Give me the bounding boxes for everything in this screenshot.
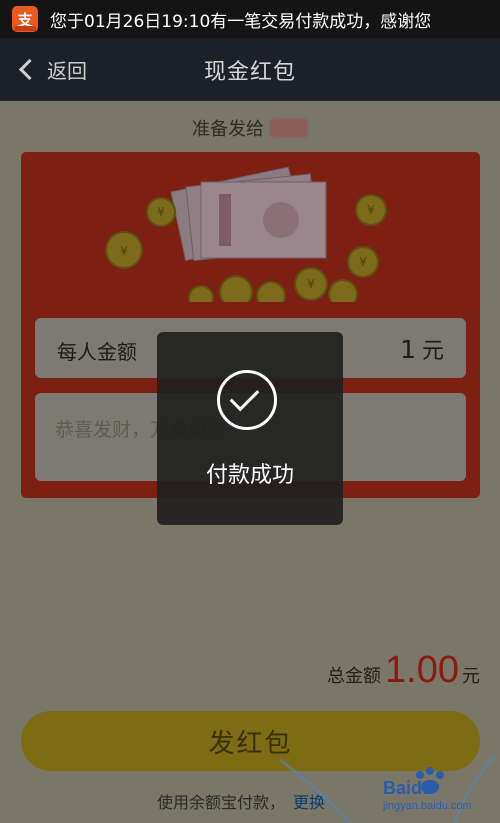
- recipient-line: 准备发给: [0, 115, 500, 141]
- back-label: 返回: [47, 59, 87, 83]
- notification-text[interactable]: 您于01月26日19:10有一笔交易付款成功，感谢您: [50, 7, 431, 32]
- app-icon-strip: [14, 26, 36, 31]
- total-value: 1.00: [385, 649, 459, 691]
- amount-label: 每人金额: [57, 340, 137, 364]
- amount-value: 1元: [400, 333, 444, 365]
- money-illustration: 100 ¥ ¥ ¥ ¥: [105, 166, 387, 302]
- recipient-name-redacted: [270, 119, 308, 137]
- toast-message: 付款成功: [205, 463, 294, 488]
- check-circle-icon: [217, 370, 277, 430]
- watermark-brand: Baidu: [383, 778, 434, 798]
- amount-number: 1: [400, 335, 416, 364]
- amount-unit: 元: [421, 339, 444, 364]
- payment-method-text: 使用余额宝付款，: [157, 793, 286, 812]
- check-mark: [229, 381, 260, 412]
- chevron-left-icon: [18, 58, 41, 81]
- recipient-prefix: 准备发给: [192, 119, 264, 140]
- svg-text:¥: ¥: [367, 203, 375, 217]
- svg-text:¥: ¥: [120, 244, 128, 258]
- back-button[interactable]: 返回: [16, 38, 87, 101]
- alipay-app-icon: 支: [12, 6, 38, 32]
- payment-success-toast: 付款成功: [157, 332, 343, 525]
- total-label: 总金额: [327, 666, 382, 687]
- watermark-url: jingyan.baidu.com: [383, 800, 472, 812]
- total-unit: 元: [462, 666, 480, 687]
- svg-text:¥: ¥: [307, 277, 315, 291]
- svg-text:¥: ¥: [157, 205, 165, 219]
- svg-text:¥: ¥: [359, 255, 367, 269]
- total-amount: 总金额 1.00 元: [327, 649, 480, 692]
- status-bar: 支 您于01月26日19:10有一笔交易付款成功，感谢您: [0, 0, 500, 38]
- nav-bar: 现金红包 返回: [0, 38, 500, 101]
